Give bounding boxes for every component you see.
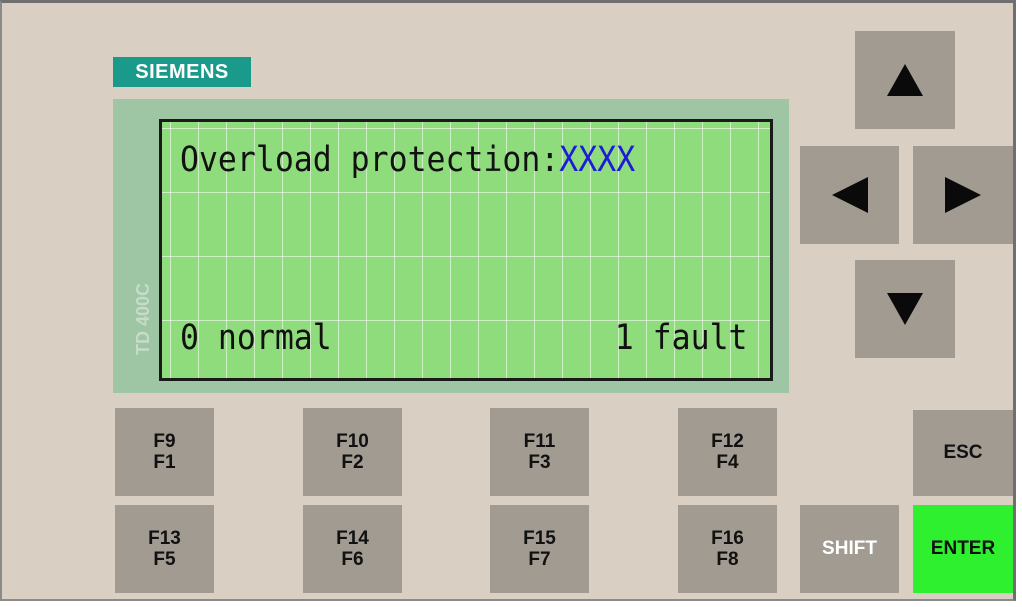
- brand-logo: SIEMENS: [113, 57, 251, 87]
- right-arrow-button[interactable]: [913, 146, 1013, 244]
- f13-f5-key[interactable]: F13 F5: [115, 505, 214, 593]
- enter-key[interactable]: ENTER: [913, 505, 1013, 593]
- key-shift-label: F14: [336, 528, 369, 549]
- overload-protection-label: Overload protection:: [180, 140, 560, 180]
- down-arrow-button[interactable]: [855, 260, 955, 358]
- display-line-1: Overload protection:XXXX: [180, 140, 695, 180]
- esc-key[interactable]: ESC: [913, 410, 1013, 496]
- normal-state-text: 0 normal: [180, 318, 332, 358]
- f10-f2-key[interactable]: F10 F2: [303, 408, 402, 496]
- key-shift-label: F16: [711, 528, 744, 549]
- key-shift-label: F11: [523, 431, 556, 452]
- overload-protection-value: XXXX: [559, 140, 636, 180]
- hmi-panel: SIEMENS TD 400C Overload protection:XXXX…: [0, 0, 1016, 601]
- right-arrow-icon: [945, 177, 981, 213]
- key-shift-label: F15: [523, 528, 556, 549]
- key-label: F1: [153, 452, 176, 473]
- key-shift-label: F9: [153, 431, 176, 452]
- left-arrow-button[interactable]: [800, 146, 899, 244]
- key-label: F4: [716, 452, 739, 473]
- lcd-display: Overload protection:XXXX 0 normal 1 faul…: [159, 119, 773, 381]
- left-arrow-icon: [831, 177, 868, 213]
- up-arrow-button[interactable]: [855, 31, 955, 129]
- key-label: F2: [341, 452, 364, 473]
- shift-key[interactable]: SHIFT: [800, 505, 899, 593]
- up-arrow-icon: [887, 64, 923, 96]
- key-shift-label: F10: [336, 431, 369, 452]
- f9-f1-key[interactable]: F9 F1: [115, 408, 214, 496]
- key-shift-label: F12: [711, 431, 744, 452]
- f12-f4-key[interactable]: F12 F4: [678, 408, 777, 496]
- f15-f7-key[interactable]: F15 F7: [490, 505, 589, 593]
- key-label: F6: [341, 549, 364, 570]
- key-label: F8: [716, 549, 739, 570]
- device-model-label: TD 400C: [133, 282, 153, 355]
- key-label: F7: [528, 549, 551, 570]
- f11-f3-key[interactable]: F11 F3: [490, 408, 589, 496]
- display-line-4: 0 normal 1 fault: [180, 318, 748, 362]
- fault-state-text: 1 fault: [615, 318, 748, 358]
- key-label: F5: [153, 549, 176, 570]
- key-label: F3: [528, 452, 551, 473]
- key-shift-label: F13: [148, 528, 181, 549]
- f16-f8-key[interactable]: F16 F8: [678, 505, 777, 593]
- f14-f6-key[interactable]: F14 F6: [303, 505, 402, 593]
- down-arrow-icon: [887, 293, 923, 325]
